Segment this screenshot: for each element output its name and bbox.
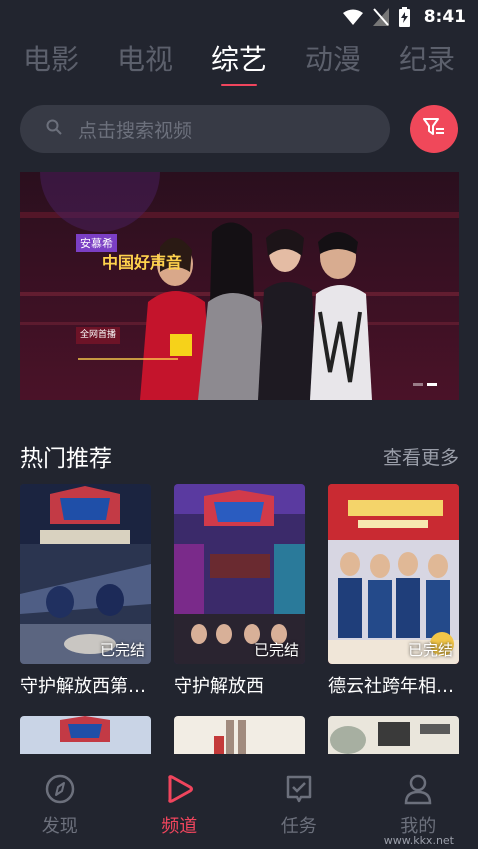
card-title: 守护解放西第… — [20, 676, 146, 697]
video-poster: 已完结 — [328, 484, 459, 664]
clock-time: 8:41 — [423, 7, 466, 27]
section-title: 热门推荐 — [20, 446, 112, 472]
hot-section-header: 热门推荐 查看更多 — [20, 438, 459, 474]
card-status: 已完结 — [253, 641, 299, 659]
wifi-icon — [342, 9, 363, 25]
nav-label: 任务 — [280, 816, 317, 837]
search-input[interactable]: 点击搜索视频 — [20, 105, 390, 153]
video-card[interactable]: 已完结 德云社跨年相… — [328, 484, 459, 698]
nav-channel[interactable]: 频道 — [139, 773, 219, 838]
card-title: 德云社跨年相… — [328, 676, 454, 697]
category-tabs: 电影 电视 综艺 动漫 纪录 — [0, 38, 478, 88]
no-signal-icon — [372, 8, 389, 26]
video-card[interactable]: 已完结 守护解放西第… — [20, 484, 151, 698]
see-more-link[interactable]: 查看更多 — [383, 443, 459, 470]
banner-show-title: 中国好声音 — [102, 253, 183, 272]
tab-documentary[interactable]: 纪录 — [399, 38, 455, 86]
card-status: 已完结 — [99, 641, 145, 659]
play-icon — [163, 773, 195, 809]
nav-label: 发现 — [41, 816, 78, 837]
tab-tv[interactable]: 电视 — [117, 38, 173, 86]
tab-label: 综艺 — [210, 43, 267, 76]
tab-label: 纪录 — [398, 43, 455, 76]
video-poster: 已完结 — [174, 484, 305, 664]
hot-list-row-2 — [20, 716, 459, 754]
nav-tasks[interactable]: 任务 — [259, 773, 339, 838]
watermark-text: www.kkx.net — [383, 834, 454, 847]
task-check-icon — [283, 773, 315, 809]
search-row: 点击搜索视频 — [20, 104, 460, 154]
filter-button[interactable] — [410, 105, 458, 153]
card-title: 守护解放西 — [174, 676, 264, 697]
tab-movie[interactable]: 电影 — [23, 38, 79, 86]
person-icon — [402, 773, 434, 809]
tab-label: 电影 — [22, 43, 79, 76]
video-poster[interactable] — [20, 716, 151, 754]
tab-underline — [220, 84, 257, 86]
carousel-dot-active — [427, 383, 437, 386]
video-poster[interactable] — [328, 716, 459, 754]
nav-label: 频道 — [161, 816, 198, 837]
battery-charging-icon — [398, 7, 410, 27]
card-status: 已完结 — [407, 641, 453, 659]
compass-icon — [44, 773, 76, 809]
search-icon — [46, 119, 62, 139]
nav-mine[interactable]: 我的 — [378, 773, 458, 838]
banner-tagline: 全网首播 — [76, 327, 121, 344]
nav-discover[interactable]: 发现 — [20, 773, 100, 838]
banner-brand: 安慕希 — [76, 234, 117, 252]
banner-carousel[interactable]: 安慕希 中国好声音 全网首播 — [20, 172, 459, 400]
video-poster[interactable] — [174, 716, 305, 754]
tab-label: 电视 — [116, 43, 173, 76]
carousel-dot — [413, 383, 423, 386]
filter-icon — [422, 115, 446, 143]
video-poster: 已完结 — [20, 484, 151, 664]
status-bar: 8:41 — [0, 0, 478, 34]
banner-image — [20, 172, 459, 400]
tab-variety[interactable]: 综艺 — [211, 38, 267, 86]
carousel-indicator — [413, 383, 437, 386]
tab-label: 动漫 — [304, 43, 361, 76]
tab-anime[interactable]: 动漫 — [305, 38, 361, 86]
search-placeholder: 点击搜索视频 — [78, 119, 193, 142]
video-card[interactable]: 已完结 守护解放西 — [174, 484, 305, 698]
hot-list: 已完结 守护解放西第… 已完结 守护解放西 已完结 德云社跨年相… — [20, 484, 459, 698]
